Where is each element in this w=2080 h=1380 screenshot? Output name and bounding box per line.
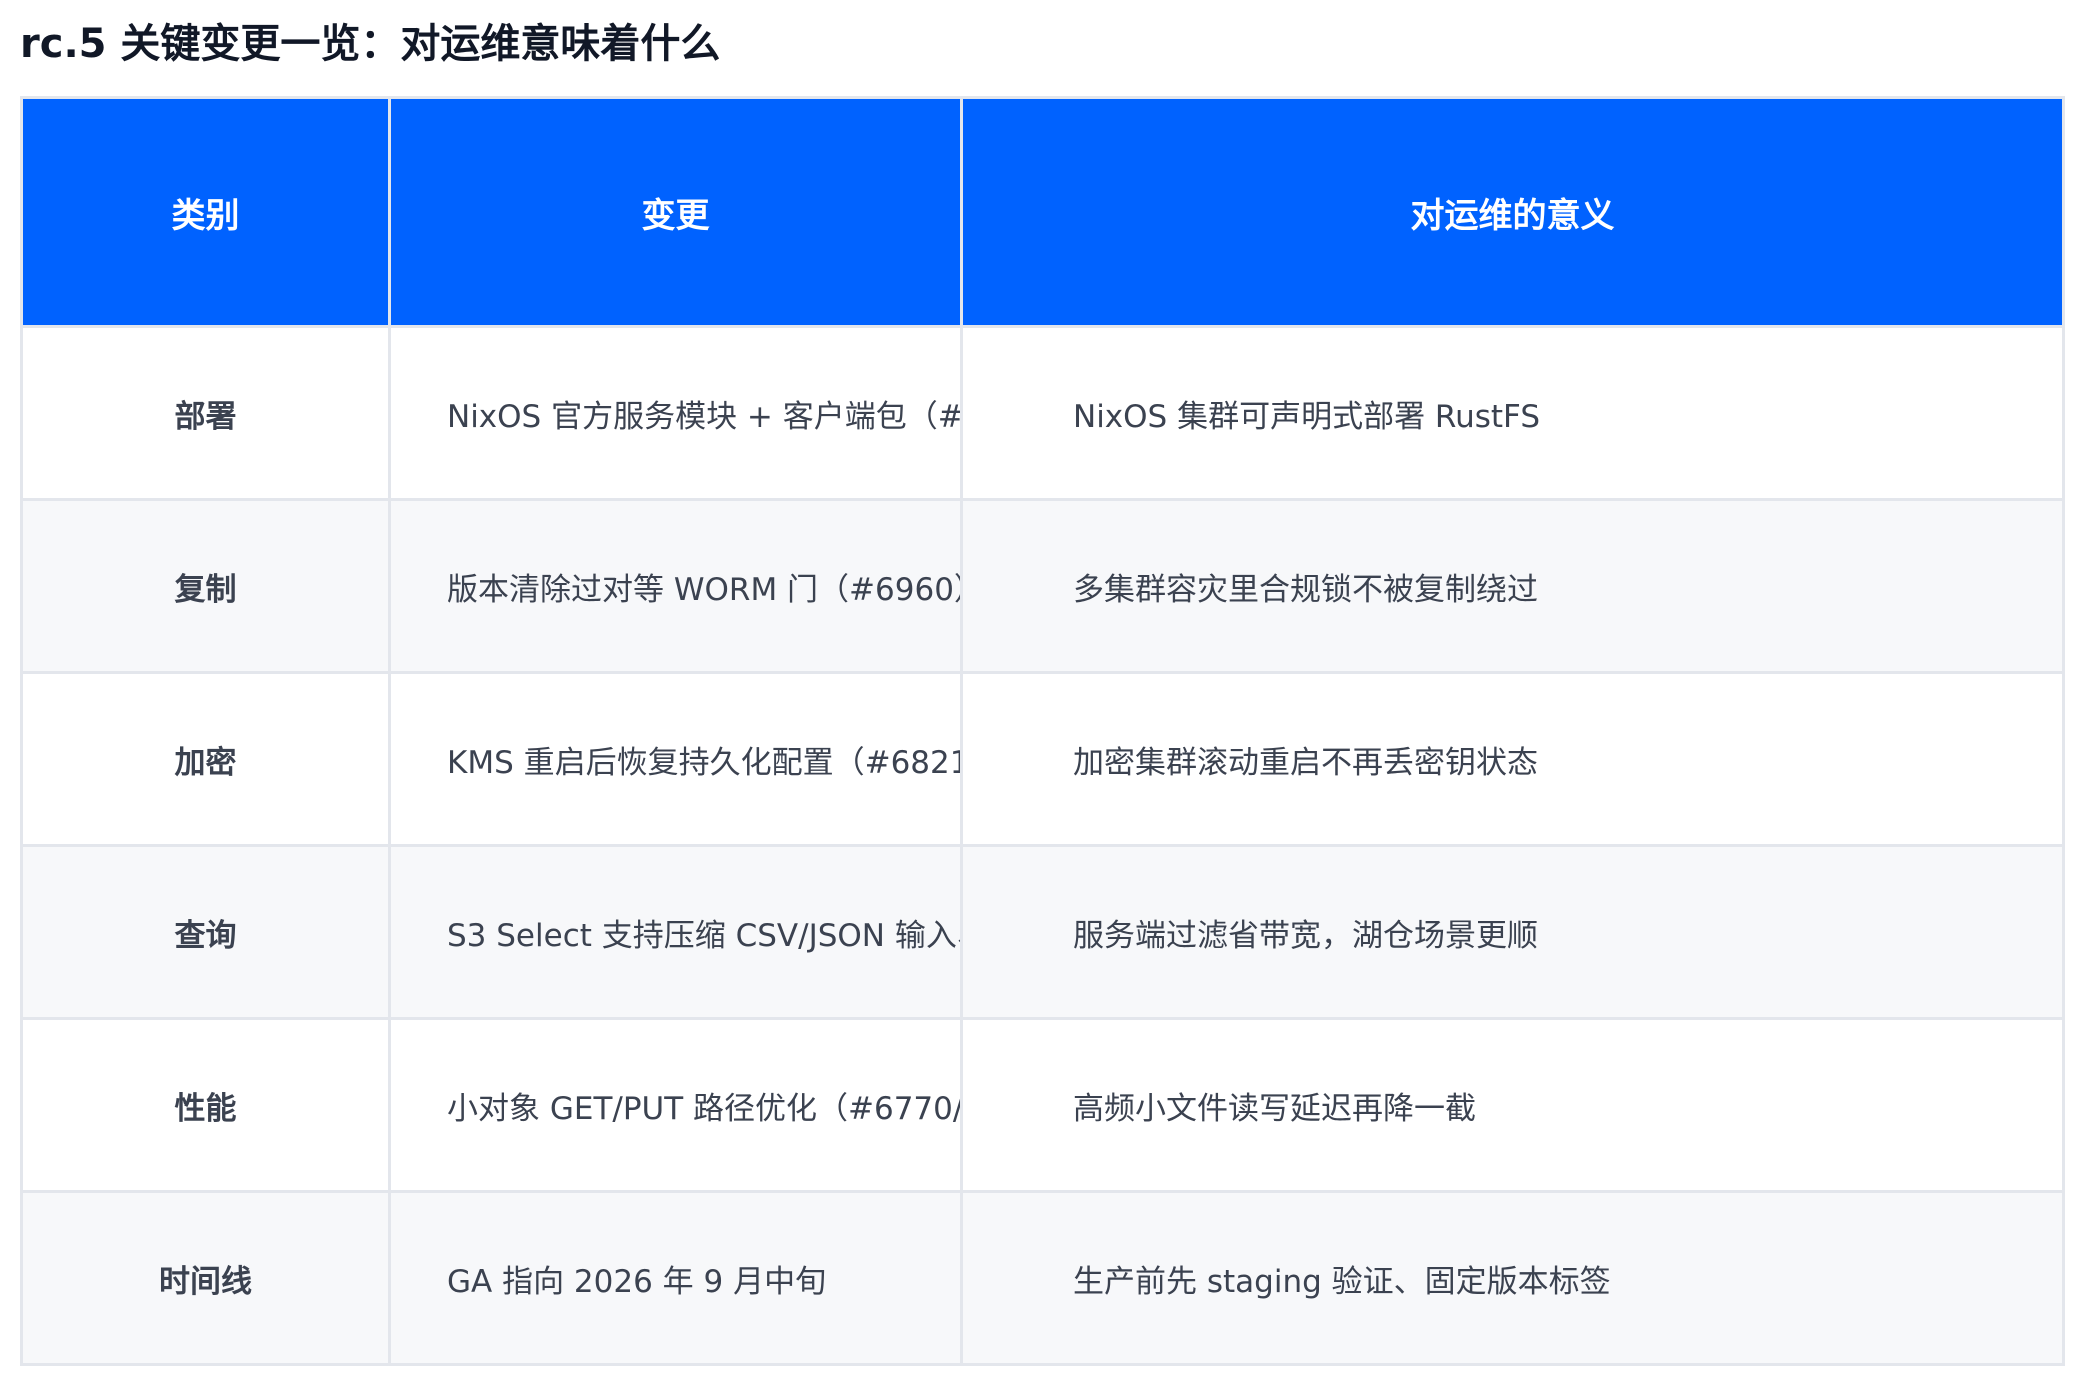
table-row: 复制 版本清除过对等 WORM 门（#6960） 多集群容灾里合规锁不被复制绕过 [20,498,2065,674]
header-row: 类别 变更 对运维的意义 [20,96,2065,328]
change-cell: NixOS 官方服务模块 + 客户端包（#6 [388,325,963,501]
change-cell: GA 指向 2026 年 9 月中旬 [388,1190,963,1366]
table-header: 类别 变更 对运维的意义 [20,96,2065,328]
category-cell: 部署 [20,325,391,501]
changes-table: 类别 变更 对运维的意义 部署 NixOS 官方服务模块 + 客户端包（#6 N… [20,96,2065,1366]
header-change: 变更 [388,96,963,328]
change-text: KMS 重启后恢复持久化配置（#6821 [447,744,960,781]
meaning-cell: NixOS 集群可声明式部署 RustFS [960,325,2065,501]
change-text: 版本清除过对等 WORM 门（#6960） [447,571,960,608]
header-category: 类别 [20,96,391,328]
category-cell: 查询 [20,844,391,1020]
page-title: rc.5 关键变更一览：对运维意味着什么 [20,21,721,67]
change-text: 小对象 GET/PUT 路径优化（#6770/# [447,1090,960,1127]
table-body: 部署 NixOS 官方服务模块 + 客户端包（#6 NixOS 集群可声明式部署… [20,325,2065,1366]
category-cell: 性能 [20,1017,391,1193]
meaning-cell: 加密集群滚动重启不再丢密钥状态 [960,671,2065,847]
change-text: GA 指向 2026 年 9 月中旬 [447,1263,827,1300]
change-cell: 版本清除过对等 WORM 门（#6960） [388,498,963,674]
table-row: 查询 S3 Select 支持压缩 CSV/JSON 输入、 服务端过滤省带宽，… [20,844,2065,1020]
table-row: 部署 NixOS 官方服务模块 + 客户端包（#6 NixOS 集群可声明式部署… [20,325,2065,501]
table-row: 时间线 GA 指向 2026 年 9 月中旬 生产前先 staging 验证、固… [20,1190,2065,1366]
change-text: NixOS 官方服务模块 + 客户端包（#6 [447,398,960,435]
table-row: 性能 小对象 GET/PUT 路径优化（#6770/# 高频小文件读写延迟再降一… [20,1017,2065,1193]
category-cell: 时间线 [20,1190,391,1366]
header-meaning: 对运维的意义 [960,96,2065,328]
meaning-cell: 多集群容灾里合规锁不被复制绕过 [960,498,2065,674]
change-cell: S3 Select 支持压缩 CSV/JSON 输入、 [388,844,963,1020]
meaning-cell: 高频小文件读写延迟再降一截 [960,1017,2065,1193]
change-cell: KMS 重启后恢复持久化配置（#6821 [388,671,963,847]
category-cell: 加密 [20,671,391,847]
category-cell: 复制 [20,498,391,674]
meaning-cell: 服务端过滤省带宽，湖仓场景更顺 [960,844,2065,1020]
change-text: S3 Select 支持压缩 CSV/JSON 输入、 [447,917,960,954]
meaning-cell: 生产前先 staging 验证、固定版本标签 [960,1190,2065,1366]
table-row: 加密 KMS 重启后恢复持久化配置（#6821 加密集群滚动重启不再丢密钥状态 [20,671,2065,847]
change-cell: 小对象 GET/PUT 路径优化（#6770/# [388,1017,963,1193]
